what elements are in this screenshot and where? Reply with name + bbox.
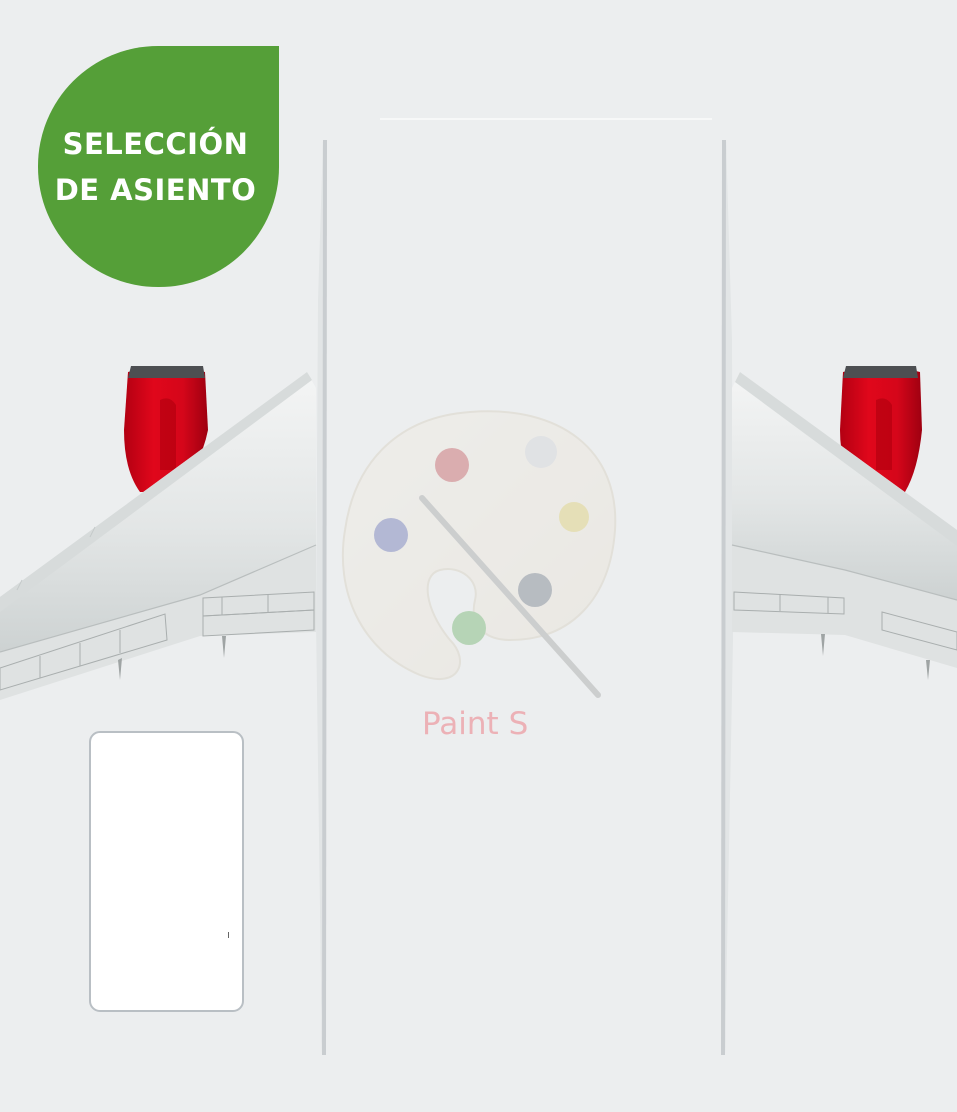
badge-title-line-2: DE ASIENTO xyxy=(54,172,257,207)
paint-palette-icon xyxy=(341,410,617,698)
fuselage-right-wall-shade xyxy=(725,140,733,1055)
fuselage-left-wall-shade xyxy=(316,140,323,1055)
watermark-label: Paint S xyxy=(422,706,529,742)
legend-tick-mark xyxy=(228,932,229,938)
seat-legend-panel xyxy=(89,731,244,1012)
badge-title-line-1: SELECCIÓN xyxy=(62,126,249,161)
seat-selection-badge: SELECCIÓN DE ASIENTO xyxy=(38,46,279,287)
